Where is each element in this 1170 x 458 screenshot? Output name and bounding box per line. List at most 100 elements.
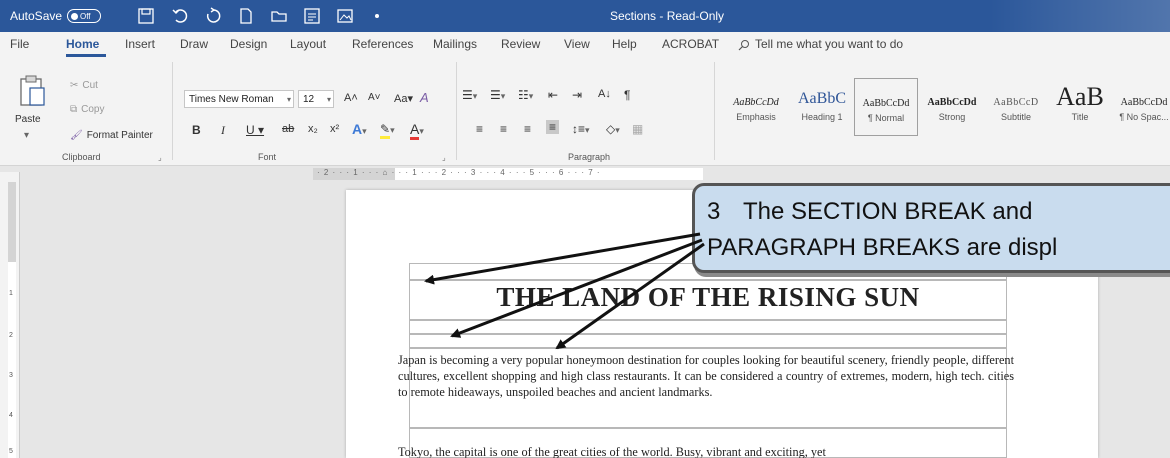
style-sample: AaBbCcDd bbox=[927, 97, 977, 108]
new-document-icon[interactable] bbox=[236, 6, 256, 26]
style-name: Heading 1 bbox=[801, 112, 843, 122]
title-bar-pattern bbox=[990, 0, 1170, 32]
borders-icon[interactable]: ▦ bbox=[632, 122, 643, 136]
ruler-margin bbox=[8, 182, 16, 262]
style-sample: AaBbCcDd bbox=[733, 97, 779, 108]
document-heading[interactable]: THE LAND OF THE RISING SUN bbox=[409, 282, 1007, 313]
lightbulb-search-icon bbox=[738, 40, 749, 51]
align-right-icon[interactable]: ≡ bbox=[524, 122, 531, 136]
style-sample: AaBbCcDd bbox=[862, 98, 910, 109]
style-heading-1[interactable]: AaBbC Heading 1 bbox=[790, 78, 854, 136]
style-sample: AaB bbox=[1056, 82, 1104, 111]
tab-file[interactable]: File bbox=[10, 37, 29, 51]
change-case-icon[interactable]: Aa▾ bbox=[394, 92, 413, 105]
tab-acrobat[interactable]: ACROBAT bbox=[662, 37, 719, 51]
tab-home[interactable]: Home bbox=[66, 37, 99, 51]
align-left-icon[interactable]: ≡ bbox=[476, 122, 483, 136]
multilevel-list-icon[interactable]: ☷▾ bbox=[518, 88, 533, 102]
tab-insert[interactable]: Insert bbox=[125, 37, 155, 51]
font-size-select[interactable]: 12 ▾ bbox=[298, 90, 334, 108]
style-emphasis[interactable]: AaBbCcDd Emphasis bbox=[724, 78, 788, 136]
clipboard-group-label: Clipboard bbox=[62, 152, 101, 162]
ruler-number: 4 bbox=[9, 412, 13, 419]
title-bar: AutoSave Off Sections - Read-Only bbox=[0, 0, 1170, 32]
copy-label: Copy bbox=[81, 104, 105, 115]
shading-icon[interactable]: ◇▾ bbox=[606, 122, 620, 136]
line-spacing-icon[interactable]: ↕≡▾ bbox=[572, 122, 590, 136]
increase-indent-icon[interactable]: ⇥ bbox=[572, 88, 582, 102]
align-center-icon[interactable]: ≡ bbox=[500, 122, 507, 136]
body-paragraph-2[interactable]: Tokyo, the capital is one of the great c… bbox=[398, 444, 1014, 458]
justify-icon[interactable]: ≡ bbox=[546, 120, 560, 134]
paste-button[interactable]: Paste bbox=[15, 114, 41, 125]
underline-icon[interactable]: U ▾ bbox=[246, 123, 264, 137]
decrease-indent-icon[interactable]: ⇤ bbox=[548, 88, 558, 102]
superscript-icon[interactable]: x² bbox=[330, 123, 339, 135]
tab-design[interactable]: Design bbox=[230, 37, 267, 51]
numbering-icon[interactable]: ☰▾ bbox=[490, 88, 505, 102]
font-family-value: Times New Roman bbox=[189, 93, 274, 105]
tab-help[interactable]: Help bbox=[612, 37, 637, 51]
grow-font-icon[interactable]: A˄ bbox=[344, 92, 358, 104]
autosave-label: AutoSave bbox=[10, 9, 63, 23]
style-normal[interactable]: AaBbCcDd ¶ Normal bbox=[854, 78, 918, 136]
horizontal-ruler[interactable]: · 2 · · · 1 · · · ⌂ · · · 1 · · · 2 · · … bbox=[313, 168, 703, 180]
style-sample: AaBbC bbox=[798, 90, 846, 107]
subscript-icon[interactable]: x₂ bbox=[308, 123, 318, 135]
save-icon[interactable] bbox=[136, 6, 156, 26]
ruler-number: 2 bbox=[9, 332, 13, 339]
autosave-state: Off bbox=[80, 11, 91, 21]
strikethrough-icon[interactable]: ab bbox=[282, 123, 294, 135]
ruler-number: 1 bbox=[9, 290, 13, 297]
customize-qat-icon[interactable] bbox=[367, 6, 387, 26]
ribbon: Paste ▾ ✂ Cut ⧉ Copy 🖌 Format Painter Clipb… bbox=[0, 58, 1170, 166]
shrink-font-icon[interactable]: A˅ bbox=[368, 92, 381, 103]
bullets-icon[interactable]: ☰▾ bbox=[462, 88, 477, 102]
print-preview-icon[interactable] bbox=[302, 6, 322, 26]
style-name: Title bbox=[1071, 112, 1089, 122]
style-subtitle[interactable]: AaBbCcD Subtitle bbox=[984, 78, 1048, 136]
tell-me-input[interactable]: Tell me what you want to do bbox=[755, 37, 903, 51]
ruler-number: 5 bbox=[9, 448, 13, 455]
style-name: ¶ No Spac... bbox=[1119, 112, 1169, 122]
copy-button[interactable]: ⧉ Copy bbox=[70, 104, 105, 115]
tab-layout[interactable]: Layout bbox=[290, 37, 326, 51]
style-title[interactable]: AaB Title bbox=[1048, 78, 1112, 136]
ruler-ticks: · 2 · · · 1 · · · ⌂ · · · 1 · · · 2 · · … bbox=[317, 168, 601, 177]
paste-dropdown-icon[interactable]: ▾ bbox=[24, 130, 29, 141]
tab-mailings[interactable]: Mailings bbox=[433, 37, 477, 51]
show-hide-marks-icon[interactable]: ¶ bbox=[624, 88, 630, 102]
instruction-callout: 3 The SECTION BREAK and PARAGRAPH BREAKS… bbox=[692, 183, 1170, 273]
tab-draw[interactable]: Draw bbox=[180, 37, 208, 51]
cut-label: Cut bbox=[82, 80, 98, 91]
text-effects-icon[interactable]: A▾ bbox=[352, 121, 367, 137]
paste-icon[interactable] bbox=[17, 74, 47, 108]
toggle-dot-icon bbox=[71, 12, 78, 20]
font-color-icon[interactable]: A▾ bbox=[410, 121, 424, 140]
italic-icon[interactable]: I bbox=[221, 123, 225, 138]
undo-icon[interactable] bbox=[170, 6, 190, 26]
font-family-select[interactable]: Times New Roman ▾ bbox=[184, 90, 294, 108]
tab-view[interactable]: View bbox=[564, 37, 590, 51]
body-paragraph-1[interactable]: Japan is becoming a very popular honeymo… bbox=[398, 352, 1014, 400]
clipboard-launcher-icon[interactable]: ⌟ bbox=[158, 153, 162, 162]
clear-formatting-icon[interactable]: A bbox=[420, 90, 429, 105]
tab-references[interactable]: References bbox=[352, 37, 413, 51]
autosave-toggle[interactable]: Off bbox=[67, 9, 101, 23]
style-no-spacing[interactable]: AaBbCcDd ¶ No Spac... bbox=[1112, 78, 1170, 136]
vertical-ruler[interactable]: 1 2 3 4 5 bbox=[0, 172, 20, 458]
open-folder-icon[interactable] bbox=[269, 6, 289, 26]
style-strong[interactable]: AaBbCcDd Strong bbox=[920, 78, 984, 136]
cut-button[interactable]: ✂ Cut bbox=[70, 80, 98, 91]
format-painter-button[interactable]: 🖌 Format Painter bbox=[70, 130, 153, 141]
sort-icon[interactable]: A↓ bbox=[598, 88, 611, 100]
paragraph-group-label: Paragraph bbox=[568, 152, 611, 162]
font-launcher-icon[interactable]: ⌟ bbox=[442, 153, 446, 162]
callout-text-line-2: PARAGRAPH BREAKS are displ bbox=[707, 234, 1058, 261]
bold-icon[interactable]: B bbox=[192, 123, 201, 137]
highlight-icon[interactable]: ✎▾ bbox=[380, 122, 395, 139]
format-painter-label: Format Painter bbox=[86, 130, 153, 141]
redo-icon[interactable] bbox=[203, 6, 223, 26]
tab-review[interactable]: Review bbox=[501, 37, 540, 51]
picture-icon[interactable] bbox=[335, 6, 355, 26]
